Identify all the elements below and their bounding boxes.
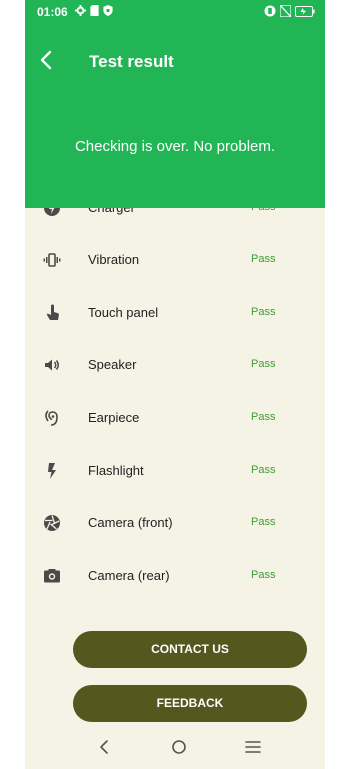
test-name: Flashlight	[88, 463, 144, 478]
battery-charging-icon	[295, 5, 315, 17]
recents-nav-icon[interactable]	[241, 735, 265, 759]
test-status: Pass	[251, 569, 276, 581]
back-nav-icon[interactable]	[93, 735, 117, 759]
test-status: Pass	[251, 411, 276, 423]
test-row-flashlight[interactable]: Flashlight Pass	[25, 444, 325, 497]
test-name: Camera (front)	[88, 515, 173, 530]
status-left-icons	[75, 5, 113, 16]
test-row-touch-panel[interactable]: Touch panel Pass	[25, 286, 325, 339]
result-message: Checking is over. No problem.	[74, 138, 276, 155]
test-name: Earpiece	[88, 410, 140, 425]
status-right-icons	[264, 5, 315, 17]
test-row-earpiece[interactable]: Earpiece Pass	[25, 391, 325, 444]
earpiece-icon	[45, 410, 58, 426]
navigation-bar	[25, 725, 325, 769]
home-nav-icon[interactable]	[167, 735, 191, 759]
sim-card-icon	[90, 5, 99, 16]
test-name: Camera (rear)	[88, 568, 170, 583]
no-sim-icon	[280, 5, 291, 17]
result-header: 01:06 Test result Checking is over. No p…	[25, 0, 325, 208]
status-bar: 01:06	[25, 0, 325, 24]
camera-front-icon	[44, 515, 60, 531]
test-row-camera-rear[interactable]: Camera (rear) Pass	[25, 549, 325, 602]
test-row-camera-front[interactable]: Camera (front) Pass	[25, 496, 325, 549]
test-row-speaker[interactable]: Speaker Pass	[25, 338, 325, 391]
speaker-icon	[45, 359, 59, 371]
phone-screen: Charger Pass Vibration Pass Touch panel …	[25, 0, 325, 769]
test-row-vibration[interactable]: Vibration Pass	[25, 233, 325, 286]
test-name: Touch panel	[88, 305, 159, 320]
back-arrow-icon[interactable]	[35, 48, 59, 72]
vibration-icon	[43, 253, 61, 267]
test-status: Pass	[251, 306, 276, 318]
toolbar: Test result	[25, 38, 325, 84]
shield-icon	[103, 5, 113, 16]
test-name: Vibration	[88, 252, 140, 267]
vibrate-icon	[264, 5, 276, 17]
test-name: Speaker	[88, 357, 137, 372]
contact-us-button[interactable]: CONTACT US	[73, 631, 307, 668]
test-status: Pass	[251, 464, 276, 476]
page-title: Test result	[89, 52, 174, 71]
flashlight-icon	[48, 463, 56, 479]
touch-icon	[46, 304, 59, 320]
feedback-button[interactable]: FEEDBACK	[73, 685, 307, 722]
camera-rear-icon	[44, 569, 60, 583]
test-status: Pass	[251, 358, 276, 370]
test-status: Pass	[251, 253, 276, 265]
test-status: Pass	[251, 516, 276, 528]
status-time: 01:06	[37, 5, 68, 19]
settings-gear-icon	[75, 5, 86, 16]
